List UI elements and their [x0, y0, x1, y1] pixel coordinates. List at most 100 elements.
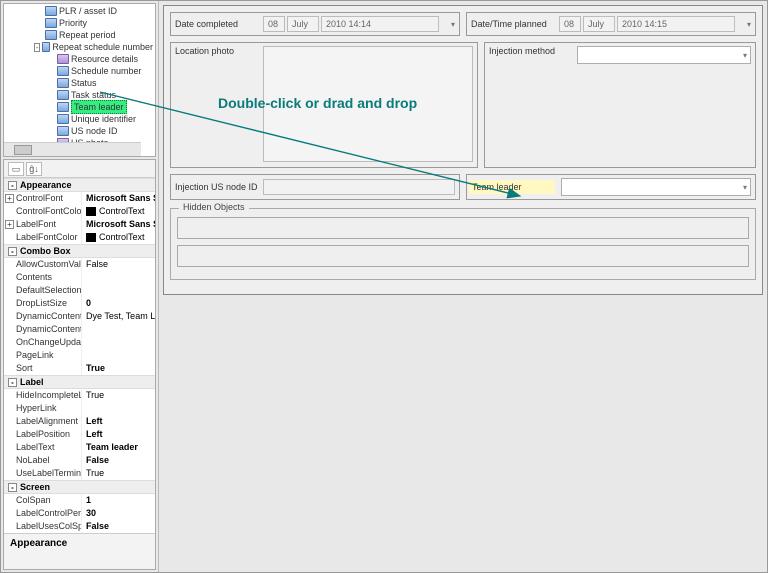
prop-row[interactable]: UseLabelTerminatoTrue — [4, 467, 155, 480]
color-swatch — [86, 233, 96, 242]
prop-value[interactable]: Dye Test, Team Leade — [82, 310, 155, 323]
tree-item[interactable]: Resource details — [4, 53, 155, 65]
date-yeartime[interactable]: 2010 14:14 — [321, 16, 439, 32]
field-injection-method[interactable]: Injection method ▾ — [484, 42, 756, 168]
prop-name: +LabelFont — [4, 218, 82, 231]
us-node-id-input[interactable] — [263, 179, 455, 195]
prop-row[interactable]: DefaultSelection — [4, 284, 155, 297]
prop-value[interactable]: Microsoft Sans Ser — [82, 218, 155, 231]
tree-item-label: Resource details — [71, 53, 138, 65]
prop-row[interactable]: HideIncompleteLabTrue — [4, 389, 155, 402]
prop-row[interactable]: DropListSize0 — [4, 297, 155, 310]
tree-h-scrollbar[interactable] — [4, 142, 141, 156]
tree-node-icon — [57, 90, 69, 100]
prop-name: DropListSize — [4, 297, 82, 310]
prop-row[interactable]: NoLabelFalse — [4, 454, 155, 467]
prop-name: LabelControlPercer — [4, 507, 82, 520]
date-day[interactable]: 08 — [263, 16, 285, 32]
prop-value[interactable]: False — [82, 454, 155, 467]
prop-row[interactable]: ControlFontColorControlText — [4, 205, 155, 218]
prop-value[interactable]: Left — [82, 415, 155, 428]
prop-value[interactable]: ControlText — [82, 205, 155, 218]
prop-value[interactable] — [82, 349, 155, 362]
prop-category[interactable]: -Combo Box — [4, 244, 155, 258]
form-designer[interactable]: Date completed 08 July 2010 14:14 ▾ Date… — [163, 5, 763, 295]
prop-category[interactable]: -Screen — [4, 480, 155, 494]
prop-row[interactable]: Contents — [4, 271, 155, 284]
prop-row[interactable]: DynamicContentsDye Test, Team Leade — [4, 310, 155, 323]
calendar-icon[interactable]: ▾ — [737, 20, 751, 29]
tree-item[interactable]: Repeat period — [4, 29, 155, 41]
field-date-time-planned[interactable]: Date/Time planned 08 July 2010 14:15 ▾ — [466, 12, 756, 36]
prop-row[interactable]: OnChangeUpdate — [4, 336, 155, 349]
prop-value[interactable] — [82, 336, 155, 349]
chevron-down-icon: ▾ — [743, 51, 747, 60]
prop-value[interactable] — [82, 402, 155, 415]
hidden-slot[interactable] — [177, 217, 749, 239]
prop-value[interactable] — [82, 323, 155, 336]
prop-value[interactable]: Team leader — [82, 441, 155, 454]
tree-item-label: Schedule number — [71, 65, 142, 77]
property-grid: ▭ ĝ↓ -Appearance+ControlFontMicrosoft Sa… — [3, 159, 156, 570]
prop-row[interactable]: DynamicContentsK — [4, 323, 155, 336]
prop-row[interactable]: +LabelFontMicrosoft Sans Ser — [4, 218, 155, 231]
tree-item[interactable]: Schedule number — [4, 65, 155, 77]
tree-item[interactable]: Team leader — [4, 101, 155, 113]
categorized-button[interactable]: ▭ — [8, 162, 24, 176]
propgrid-desc-title: Appearance — [10, 538, 149, 549]
prop-row[interactable]: LabelControlPercer30 — [4, 507, 155, 520]
propgrid-toolbar: ▭ ĝ↓ — [4, 160, 155, 178]
prop-row[interactable]: LabelFontColorControlText — [4, 231, 155, 244]
prop-value[interactable]: 0 — [82, 297, 155, 310]
tree-item[interactable]: Status — [4, 77, 155, 89]
team-leader-combo[interactable]: ▾ — [561, 178, 751, 196]
color-swatch — [86, 207, 96, 216]
prop-value[interactable]: False — [82, 258, 155, 271]
tree-view[interactable]: PLR / asset IDPriorityRepeat period-Repe… — [3, 3, 156, 157]
field-date-completed[interactable]: Date completed 08 July 2010 14:14 ▾ — [170, 12, 460, 36]
prop-value[interactable]: 1 — [82, 494, 155, 507]
field-injection-us-node-id[interactable]: Injection US node ID — [170, 174, 460, 200]
injection-method-combo[interactable]: ▾ — [577, 46, 751, 64]
prop-value[interactable] — [82, 284, 155, 297]
prop-row[interactable]: HyperLink — [4, 402, 155, 415]
prop-value[interactable] — [82, 271, 155, 284]
date-month[interactable]: July — [583, 16, 615, 32]
tree-item[interactable]: Unique identifier — [4, 113, 155, 125]
prop-row[interactable]: SortTrue — [4, 362, 155, 375]
tree-expando-icon[interactable]: - — [34, 43, 40, 52]
prop-value[interactable]: True — [82, 467, 155, 480]
tree-item[interactable]: -Repeat schedule number — [4, 41, 155, 53]
prop-row[interactable]: PageLink — [4, 349, 155, 362]
prop-value[interactable]: Left — [82, 428, 155, 441]
date-month[interactable]: July — [287, 16, 319, 32]
prop-value[interactable]: Microsoft Sans Ser — [82, 192, 155, 205]
calendar-icon[interactable]: ▾ — [441, 20, 455, 29]
prop-row[interactable]: LabelAlignmentLeft — [4, 415, 155, 428]
field-team-leader[interactable]: Team leader ▾ — [466, 174, 756, 200]
tree-item-label: Status — [71, 77, 97, 89]
tree-item[interactable]: PLR / asset ID — [4, 5, 155, 17]
prop-value[interactable]: True — [82, 389, 155, 402]
prop-row[interactable]: LabelUsesColSpanFalse — [4, 520, 155, 533]
prop-row[interactable]: LabelTextTeam leader — [4, 441, 155, 454]
field-location-photo[interactable]: Location photo — [170, 42, 478, 168]
prop-value[interactable]: 30 — [82, 507, 155, 520]
hidden-slot[interactable] — [177, 245, 749, 267]
tree-item[interactable]: US node ID — [4, 125, 155, 137]
sort-button[interactable]: ĝ↓ — [26, 162, 42, 176]
prop-row[interactable]: +ControlFontMicrosoft Sans Ser — [4, 192, 155, 205]
prop-value[interactable]: True — [82, 362, 155, 375]
prop-category[interactable]: -Label — [4, 375, 155, 389]
field-label: Date completed — [175, 19, 263, 29]
date-day[interactable]: 08 — [559, 16, 581, 32]
prop-value[interactable]: ControlText — [82, 231, 155, 244]
date-yeartime[interactable]: 2010 14:15 — [617, 16, 735, 32]
prop-row[interactable]: ColSpan1 — [4, 494, 155, 507]
tree-item[interactable]: Priority — [4, 17, 155, 29]
prop-category[interactable]: -Appearance — [4, 178, 155, 192]
prop-row[interactable]: LabelPositionLeft — [4, 428, 155, 441]
prop-value[interactable]: False — [82, 520, 155, 533]
prop-row[interactable]: AllowCustomValueFalse — [4, 258, 155, 271]
prop-name: DynamicContents — [4, 310, 82, 323]
